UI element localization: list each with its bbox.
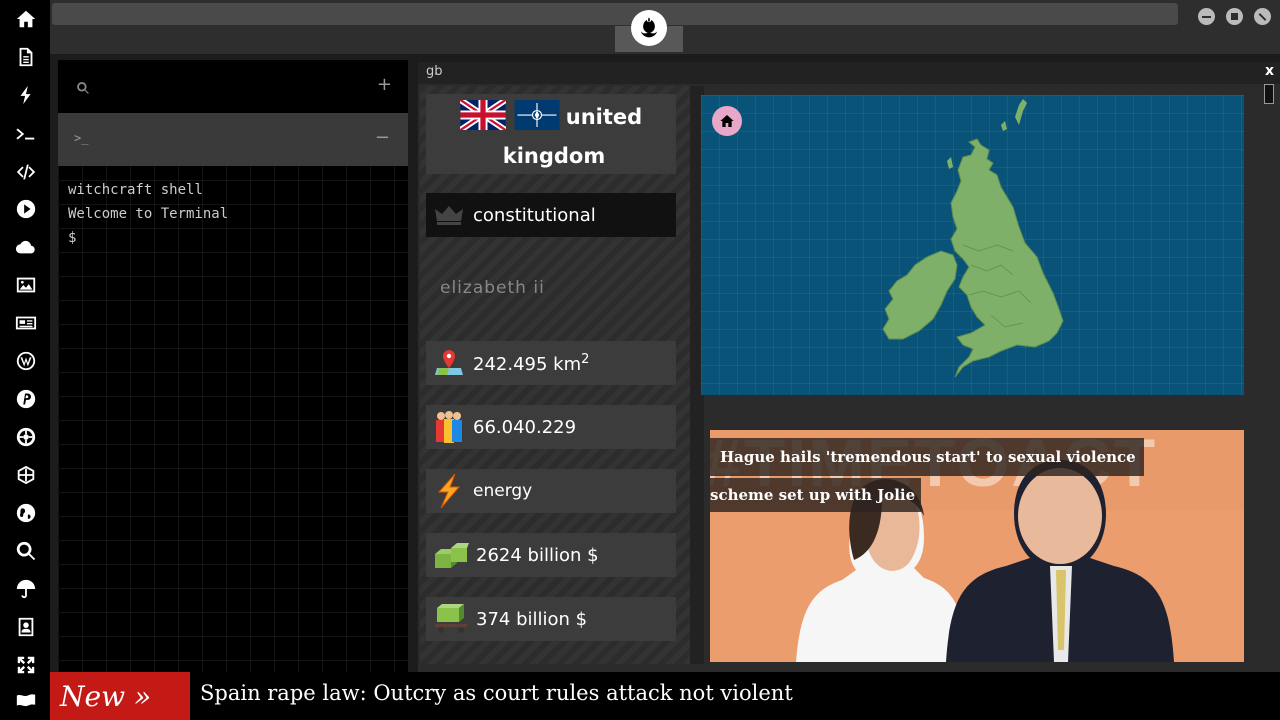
country-name-line2: kingdom — [502, 144, 606, 168]
collapse-button[interactable]: − — [375, 127, 390, 148]
people-icon — [432, 410, 466, 444]
country-code: gb — [426, 64, 443, 79]
budget-value: 374 billion $ — [476, 608, 588, 630]
ticker-headline[interactable]: Spain rape law: Outcry as court rules at… — [200, 681, 793, 705]
play-icon[interactable] — [13, 196, 39, 222]
sidebar — [0, 0, 50, 720]
newspaper-icon[interactable] — [13, 310, 39, 336]
lightning-icon[interactable] — [13, 82, 39, 108]
government-card: constitutional — [426, 193, 676, 237]
crown-icon — [432, 198, 466, 232]
news-ticker: New » Spain rape law: Outcry as court ru… — [50, 672, 1280, 720]
umbrella-icon[interactable] — [13, 576, 39, 602]
close-panel-button[interactable]: x — [1265, 63, 1274, 79]
add-button[interactable]: + — [377, 74, 392, 95]
budget-card: 374 billion $ — [426, 597, 676, 641]
empire-icon[interactable] — [13, 424, 39, 450]
terminal-search[interactable]: + — [58, 60, 408, 113]
document-icon[interactable] — [13, 44, 39, 70]
panel-scrollbar[interactable] — [1264, 84, 1274, 672]
gdp-card: 2624 billion $ — [426, 533, 676, 577]
cloud-icon[interactable] — [13, 234, 39, 260]
terminal-line: Welcome to Terminal — [68, 206, 229, 222]
prompt-icon: >_ — [74, 131, 89, 145]
uk-flag-icon — [458, 97, 507, 134]
leader-name: elizabeth ii — [440, 278, 545, 298]
scroll-thumb[interactable] — [1264, 84, 1274, 104]
population-value: 66.040.229 — [473, 416, 577, 438]
area-card: 242.495 km2 — [426, 341, 676, 385]
gdp-value: 2624 billion $ — [476, 544, 599, 566]
home-icon[interactable] — [13, 6, 39, 32]
terminal-output[interactable]: witchcraft shell Welcome to Terminal $ — [68, 178, 228, 250]
info-column: united kingdom constitutional elizabeth … — [420, 86, 690, 664]
country-name-card: united kingdom — [426, 94, 676, 174]
globe-icon[interactable] — [13, 500, 39, 526]
energy-icon — [432, 474, 466, 508]
globe-grid-icon[interactable] — [13, 462, 39, 488]
population-card: 66.040.229 — [426, 405, 676, 449]
map-pin-icon — [432, 346, 466, 380]
wordpress-icon[interactable] — [13, 348, 39, 374]
terminal-panel: + >_ − witchcraft shell Welcome to Termi… — [58, 60, 408, 672]
ticker-tag[interactable]: New » — [50, 672, 190, 720]
news-headline-line2[interactable]: scheme set up with Jolie — [710, 478, 922, 512]
image-icon[interactable] — [13, 272, 39, 298]
country-map[interactable] — [701, 95, 1244, 395]
pinterest-icon[interactable] — [13, 386, 39, 412]
terminal-line: witchcraft shell — [68, 182, 203, 198]
government-type: constitutional — [473, 204, 596, 226]
area-value: 242.495 km — [473, 353, 582, 375]
cash-stack-icon — [432, 538, 472, 572]
close-window-button[interactable] — [1254, 8, 1271, 25]
resource-value: energy — [473, 481, 533, 501]
terminal-icon[interactable] — [13, 121, 39, 147]
uk-map-shape — [882, 99, 1064, 378]
country-name: united — [565, 105, 643, 129]
area-unit-sup: 2 — [581, 351, 590, 367]
minimize-button[interactable] — [1198, 8, 1215, 25]
resource-card: energy — [426, 469, 676, 513]
terminal-prompt: $ — [68, 230, 77, 246]
search-icon — [76, 80, 90, 99]
country-panel: gb x united kingdom constitutional eliza… — [418, 62, 1280, 672]
terminal-tab[interactable]: >_ − — [58, 113, 408, 166]
news-headline-line1[interactable]: Hague hails 'tremendous start' to sexual… — [710, 438, 1144, 476]
contacts-icon[interactable] — [13, 614, 39, 640]
fullscreen-icon[interactable] — [13, 652, 39, 678]
search-icon[interactable] — [13, 538, 39, 564]
code-icon[interactable] — [13, 159, 39, 185]
address-bar[interactable] — [52, 3, 1178, 25]
cash-cart-icon — [432, 602, 472, 636]
flag-icon[interactable] — [13, 688, 39, 714]
maximize-button[interactable] — [1226, 8, 1243, 25]
panel-header: gb x — [418, 62, 1280, 84]
nato-flag-icon — [514, 100, 560, 134]
rebel-alliance-icon[interactable] — [631, 10, 667, 46]
news-image[interactable]: #TIMETOACT Hague hails 'tremendous start… — [710, 430, 1244, 662]
